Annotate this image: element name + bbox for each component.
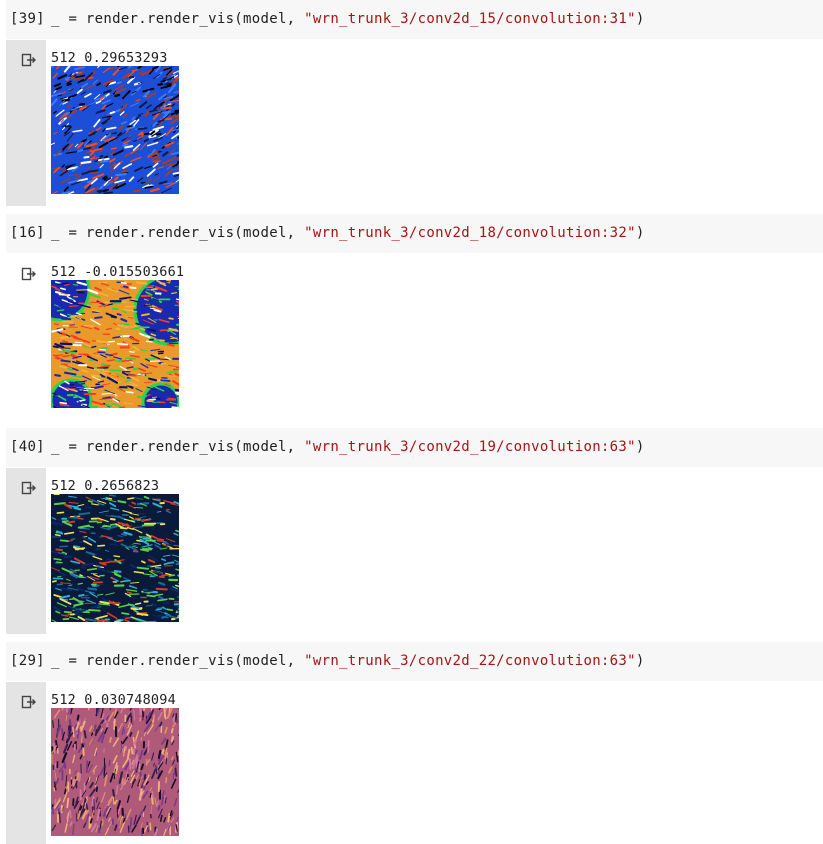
code-row[interactable]: [16] _ = render.render_vis(model, "wrn_t… [6, 214, 823, 253]
output-gutter [6, 682, 46, 844]
code-prefix: _ = render.render_vis(model, [51, 225, 305, 241]
notebook-cell: [16] _ = render.render_vis(model, "wrn_t… [6, 214, 823, 420]
execution-count: [39] [10, 11, 45, 27]
code-suffix: ) [635, 653, 645, 669]
visualization-image [51, 494, 179, 622]
code-prefix: _ = render.render_vis(model, [51, 439, 305, 455]
code-line[interactable]: _ = render.render_vis(model, "wrn_trunk_… [51, 11, 645, 27]
output-gutter [6, 468, 46, 634]
notebook-cell: [29] _ = render.render_vis(model, "wrn_t… [6, 642, 823, 844]
code-row[interactable]: [40] _ = render.render_vis(model, "wrn_t… [6, 428, 823, 467]
code-suffix: ) [635, 439, 645, 455]
code-string-arg: "wrn_trunk_3/conv2d_19/convolution:63" [304, 439, 636, 455]
code-string-arg: "wrn_trunk_3/conv2d_15/convolution:31" [304, 11, 636, 27]
output-area: 512 0.030748094 [6, 682, 823, 844]
output-gutter [6, 254, 46, 420]
output-arrow-icon[interactable] [21, 480, 37, 496]
code-row[interactable]: [39] _ = render.render_vis(model, "wrn_t… [6, 0, 823, 39]
code-prefix: _ = render.render_vis(model, [51, 653, 305, 669]
output-text: 512 0.29653293 [51, 50, 168, 66]
output-text: 512 -0.015503661 [51, 264, 185, 280]
output-arrow-icon[interactable] [21, 694, 37, 710]
code-prefix: _ = render.render_vis(model, [51, 11, 305, 27]
code-suffix: ) [635, 11, 645, 27]
visualization-image [51, 708, 179, 836]
output-area: 512 0.29653293 [6, 40, 823, 206]
code-string-arg: "wrn_trunk_3/conv2d_18/convolution:32" [304, 225, 636, 241]
output-arrow-icon[interactable] [21, 266, 37, 282]
output-gutter [6, 40, 46, 206]
output-arrow-icon[interactable] [21, 52, 37, 68]
notebook-cell: [40] _ = render.render_vis(model, "wrn_t… [6, 428, 823, 634]
notebook-cell: [39] _ = render.render_vis(model, "wrn_t… [6, 0, 823, 206]
code-line[interactable]: _ = render.render_vis(model, "wrn_trunk_… [51, 225, 645, 241]
execution-count: [29] [10, 653, 45, 669]
output-text: 512 0.030748094 [51, 692, 176, 708]
visualization-image [51, 66, 179, 194]
output-text: 512 0.2656823 [51, 478, 160, 494]
output-area: 512 0.2656823 [6, 468, 823, 634]
code-string-arg: "wrn_trunk_3/conv2d_22/convolution:63" [304, 653, 636, 669]
code-row[interactable]: [29] _ = render.render_vis(model, "wrn_t… [6, 642, 823, 681]
output-area: 512 -0.015503661 [6, 254, 823, 420]
code-line[interactable]: _ = render.render_vis(model, "wrn_trunk_… [51, 439, 645, 455]
code-suffix: ) [635, 225, 645, 241]
visualization-image [51, 280, 179, 408]
execution-count: [16] [10, 225, 45, 241]
execution-count: [40] [10, 439, 45, 455]
code-line[interactable]: _ = render.render_vis(model, "wrn_trunk_… [51, 653, 645, 669]
